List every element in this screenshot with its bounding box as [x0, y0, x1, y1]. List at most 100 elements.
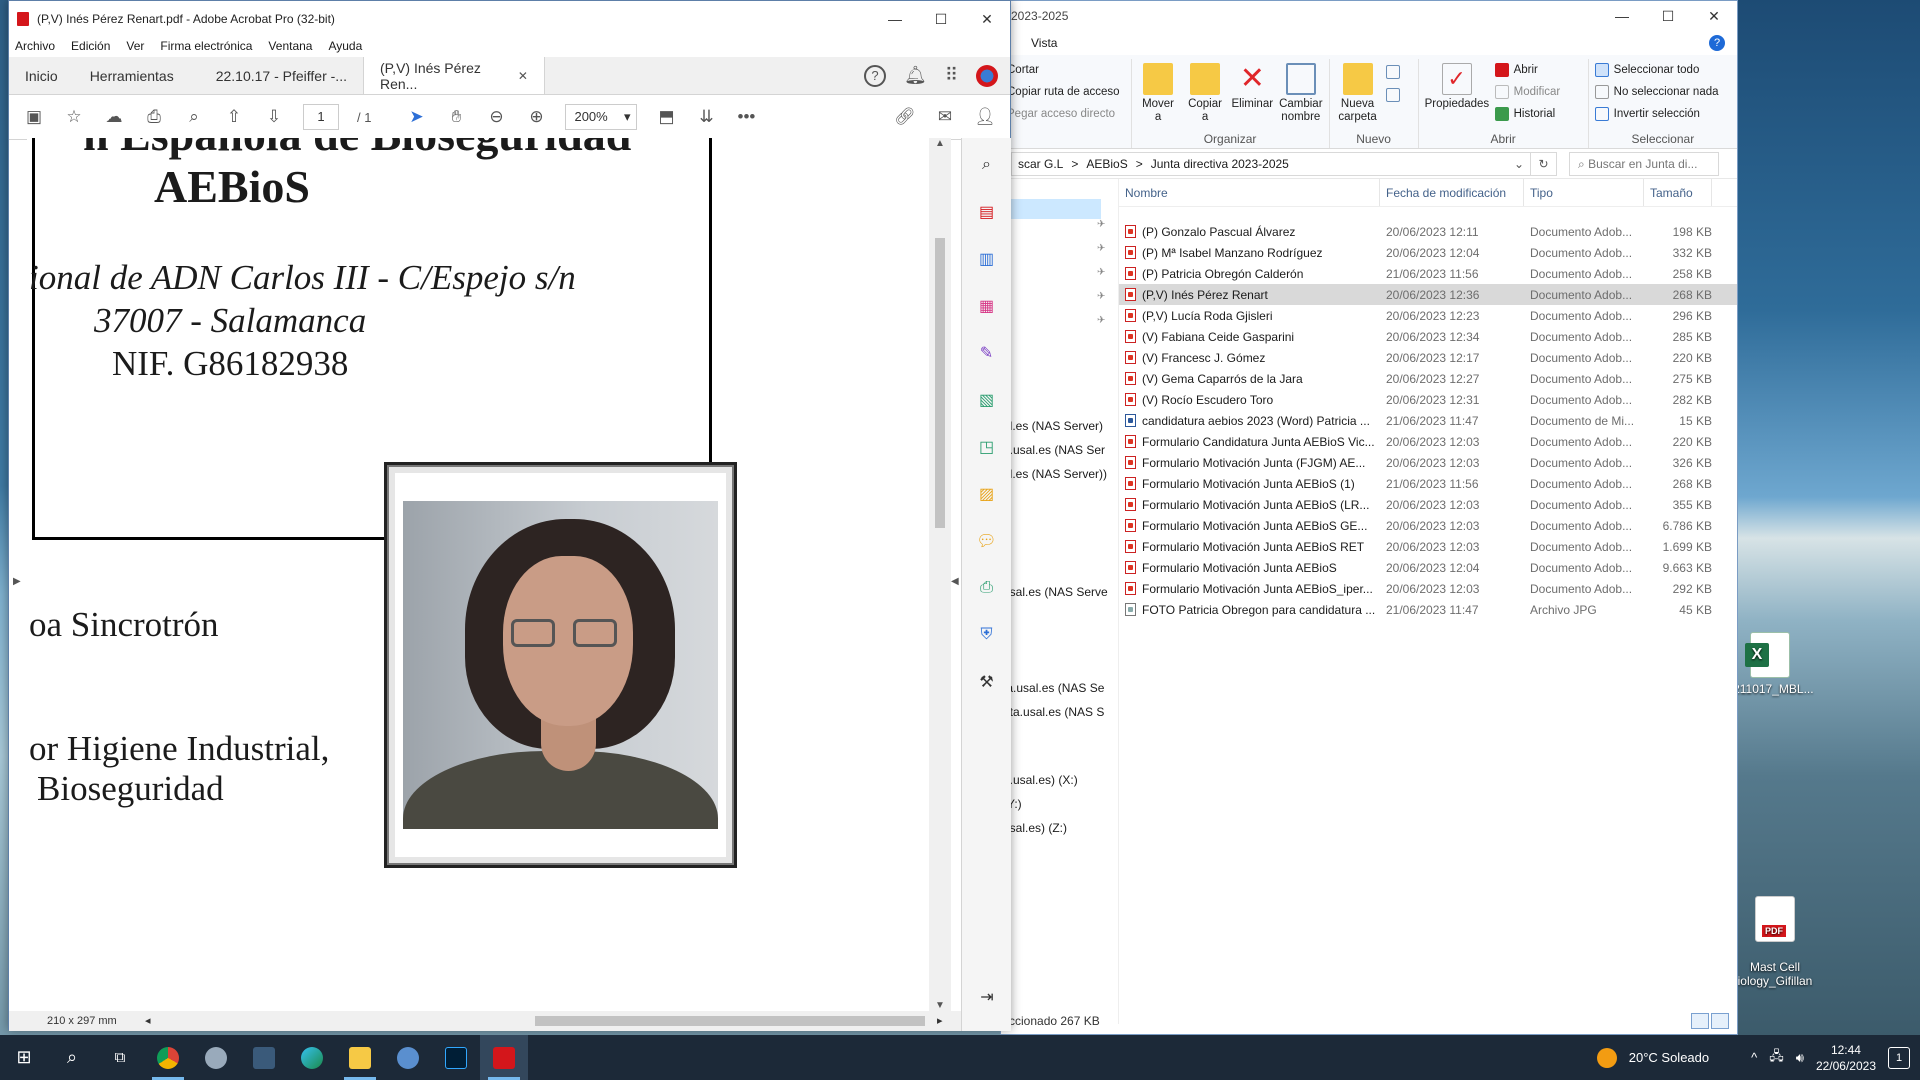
minimize-button[interactable]: —: [872, 4, 918, 34]
help-icon[interactable]: ?: [863, 64, 886, 87]
nav-selected-item[interactable]: [1001, 199, 1101, 219]
file-row[interactable]: (P) Gonzalo Pascual Álvarez 20/06/2023 12…: [1119, 221, 1737, 242]
column-type[interactable]: Tipo: [1524, 179, 1644, 206]
file-row[interactable]: FOTO Patricia Obregon para candidatura .…: [1119, 599, 1737, 620]
search-input[interactable]: ⌕ Buscar en Junta di...: [1569, 151, 1719, 176]
menu-ver[interactable]: Ver: [126, 39, 144, 53]
select-none-button[interactable]: No seleccionar nada: [1594, 81, 1731, 103]
page-fit-icon[interactable]: ⬒: [655, 106, 677, 128]
scan-icon[interactable]: ⎙: [974, 575, 1000, 601]
file-row[interactable]: (P) Mª Isabel Manzano Rodríguez 20/06/202…: [1119, 242, 1737, 263]
previous-page-icon[interactable]: ⇧: [223, 106, 245, 128]
file-row[interactable]: Formulario Motivación Junta (FJGM) AE...…: [1119, 452, 1737, 473]
photoshop-taskbar-button[interactable]: [432, 1035, 480, 1080]
menu-firma[interactable]: Firma electrónica: [160, 39, 252, 53]
tab-herramientas[interactable]: Herramientas: [74, 57, 190, 94]
copy-path-button[interactable]: Copiar ruta de acceso: [1007, 81, 1125, 103]
column-name[interactable]: Nombre: [1119, 179, 1380, 206]
nav-drive[interactable]: al.es (NAS Server)): [1003, 467, 1113, 481]
select-cursor-icon[interactable]: ➤: [405, 106, 427, 128]
open-button[interactable]: Abrir: [1494, 59, 1561, 81]
nav-drive[interactable]: ta.usal.es (NAS Se: [1003, 681, 1113, 695]
upload-icon[interactable]: ☁: [103, 106, 125, 128]
notifications-icon[interactable]: 1: [1888, 1046, 1910, 1069]
paste-shortcut-button[interactable]: Pegar acceso directo: [1007, 103, 1125, 125]
refresh-icon[interactable]: ↻: [1531, 151, 1557, 176]
file-row[interactable]: (P,V) Lucía Roda Gjisleri 20/06/2023 12:2…: [1119, 305, 1737, 326]
file-row[interactable]: (V) Francesc J. Gómez 20/06/2023 12:17 Doc…: [1119, 347, 1737, 368]
cut-button[interactable]: Cortar: [1007, 59, 1125, 81]
tab-document-pfeiffer[interactable]: 22.10.17 - Pfeiffer -...: [190, 57, 363, 94]
edit-pdf-icon[interactable]: ✎: [974, 340, 1000, 366]
compress-icon[interactable]: ◳: [974, 434, 1000, 460]
nav-drive[interactable]: al.es (NAS Server): [1003, 419, 1113, 433]
edge-taskbar-button[interactable]: [288, 1035, 336, 1080]
file-row[interactable]: Formulario Motivación Junta AEBioS_iper.…: [1119, 578, 1737, 599]
file-row[interactable]: Formulario Motivación Junta AEBioS RET 20…: [1119, 536, 1737, 557]
page-number-input[interactable]: 1: [303, 104, 339, 130]
file-row[interactable]: (V) Gema Caparrós de la Jara 20/06/2023 1…: [1119, 368, 1737, 389]
history-button[interactable]: Historial: [1494, 103, 1561, 125]
more-icon[interactable]: •••: [735, 106, 757, 128]
weather-icon[interactable]: [1596, 1047, 1617, 1068]
column-date[interactable]: Fecha de modificación: [1380, 179, 1524, 206]
nav-drive[interactable]: (Y:): [1003, 797, 1113, 811]
file-row[interactable]: Formulario Motivación Junta AEBioS 20/06/…: [1119, 557, 1737, 578]
close-button[interactable]: ✕: [964, 4, 1010, 34]
app-taskbar-button[interactable]: [192, 1035, 240, 1080]
minimize-button[interactable]: —: [1599, 1, 1645, 31]
file-row[interactable]: candidatura aebios 2023 (Word) Patricia …: [1119, 410, 1737, 431]
link-icon[interactable]: 🔗︎: [894, 106, 916, 128]
menu-edicion[interactable]: Edición: [71, 39, 110, 53]
zoom-icon[interactable]: ⌕: [974, 152, 1000, 178]
file-row[interactable]: (P) Patricia Obregón Calderón 21/06/2023 …: [1119, 263, 1737, 284]
file-row[interactable]: (V) Rocío Escudero Toro 20/06/2023 12:31 D…: [1119, 389, 1737, 410]
menu-ayuda[interactable]: Ayuda: [328, 39, 362, 53]
chrome-taskbar-button[interactable]: [144, 1035, 192, 1080]
maximize-button[interactable]: ☐: [1645, 1, 1691, 31]
zoom-select[interactable]: 200% ▾: [565, 104, 638, 130]
weather-text[interactable]: 20°C Soleado: [1629, 1050, 1709, 1065]
horizontal-scrollbar[interactable]: 210 x 297 mm ◂ ▸: [9, 1011, 961, 1031]
search-button[interactable]: ⌕: [48, 1035, 96, 1080]
request-signature-icon[interactable]: ▨: [974, 481, 1000, 507]
star-icon[interactable]: ☆: [63, 106, 85, 128]
start-button[interactable]: ⊞: [0, 1035, 48, 1080]
protect-icon[interactable]: ⛨: [974, 622, 1000, 648]
hand-tool-icon[interactable]: ✋︎: [445, 106, 467, 128]
file-row[interactable]: (V) Fabiana Ceide Gasparini 20/06/2023 12…: [1119, 326, 1737, 347]
search-icon[interactable]: ⌕: [183, 106, 205, 128]
avatar[interactable]: [976, 64, 998, 87]
create-pdf-icon[interactable]: ▤: [974, 199, 1000, 225]
zoom-in-icon[interactable]: ⊕: [525, 106, 547, 128]
right-panel-toggle-icon[interactable]: ◀: [951, 576, 959, 587]
volume-icon[interactable]: 🔊︎: [1796, 1050, 1804, 1066]
clock[interactable]: 12:44 22/06/2023: [1816, 1042, 1876, 1074]
details-view-icon[interactable]: [1691, 1013, 1709, 1029]
mail-icon[interactable]: ✉: [934, 106, 956, 128]
task-view-button[interactable]: ⧉: [96, 1035, 144, 1080]
collapse-panel-icon[interactable]: ⇥: [974, 984, 1000, 1010]
nav-drive[interactable]: a.usal.es) (X:): [1003, 773, 1113, 787]
menu-ventana[interactable]: Ventana: [268, 39, 312, 53]
export-pdf-icon[interactable]: ▥: [974, 246, 1000, 272]
globe-taskbar-button[interactable]: [384, 1035, 432, 1080]
desktop-icon-pdf[interactable]: Mast Cell iology_Gifillan: [1725, 882, 1825, 1002]
nav-drive[interactable]: usal.es (NAS Serve: [1003, 585, 1113, 599]
large-icons-view-icon[interactable]: [1711, 1013, 1729, 1029]
more-tools-icon[interactable]: ⚒: [974, 669, 1000, 695]
tab-inicio[interactable]: Inicio: [9, 57, 74, 94]
close-button[interactable]: ✕: [1691, 1, 1737, 31]
menu-archivo[interactable]: Archivo: [15, 39, 55, 53]
calculator-taskbar-button[interactable]: [240, 1035, 288, 1080]
modify-button[interactable]: Modificar: [1494, 81, 1560, 103]
comment-icon[interactable]: 💬︎: [974, 528, 1000, 554]
left-panel-toggle-icon[interactable]: ▶: [13, 576, 21, 587]
file-row[interactable]: Formulario Motivación Junta AEBioS (LR..…: [1119, 494, 1737, 515]
file-row[interactable]: (P,V) Inés Pérez Renart 20/06/2023 12:36 D…: [1119, 284, 1737, 305]
print-icon[interactable]: ⎙: [143, 106, 165, 128]
tab-document-active[interactable]: (P,V) Inés Pérez Ren... ✕: [362, 57, 545, 94]
acrobat-taskbar-button[interactable]: [480, 1035, 528, 1080]
chevron-down-icon[interactable]: ⌄: [1514, 157, 1524, 171]
vertical-scrollbar[interactable]: ▲ ▼: [929, 138, 951, 1011]
